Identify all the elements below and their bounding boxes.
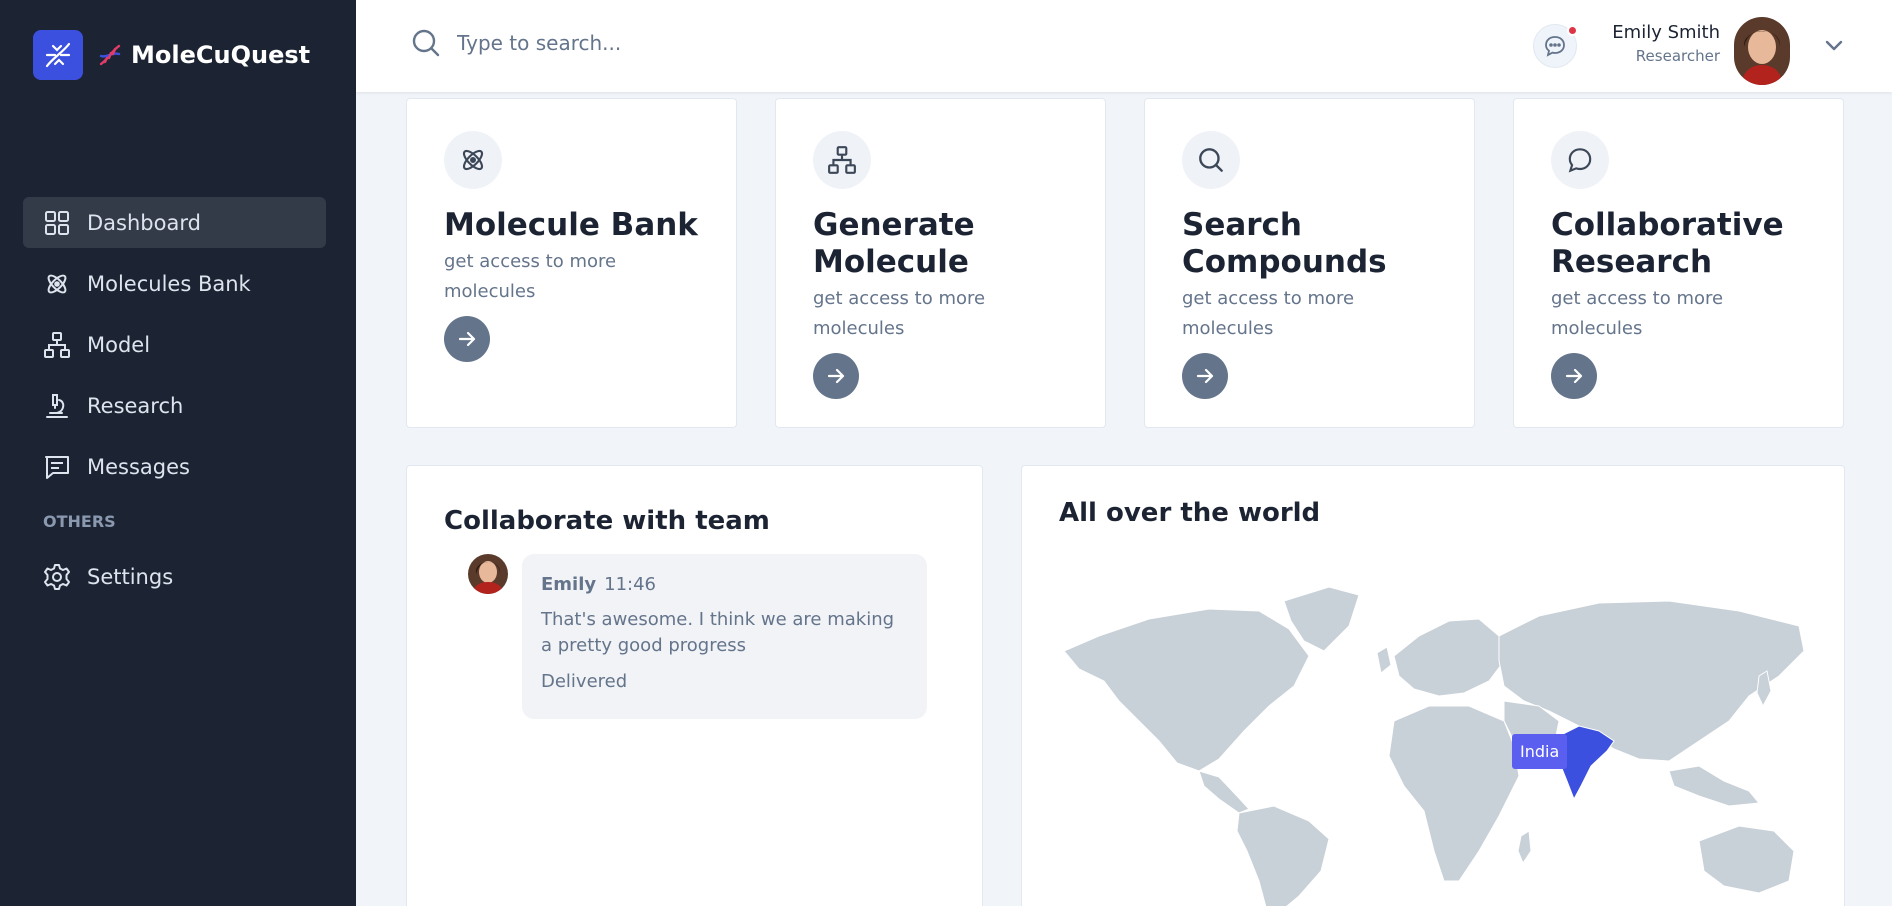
grid-icon [45, 210, 69, 235]
feature-card-molecule-bank: Molecule Bank get access to more molecul… [406, 98, 737, 428]
user-info[interactable]: Emily Smith Researcher [1612, 22, 1720, 65]
message-status: Delivered [541, 671, 628, 692]
sidebar: MoleCuQuest Dashboard Molecules Bank Mod… [0, 0, 356, 906]
user-name: Emily Smith [1612, 22, 1720, 43]
search-bar [411, 28, 857, 58]
feature-title: Search Compounds [1182, 207, 1387, 280]
feature-icon [813, 131, 871, 189]
feature-title: Molecule Bank [444, 207, 698, 243]
arrow-right-icon [827, 368, 845, 384]
hierarchy-icon [828, 146, 856, 174]
arrow-right-icon [1565, 368, 1583, 384]
nav-group-label: OTHERS [43, 512, 116, 531]
feature-arrow-button[interactable] [813, 353, 859, 399]
map-region-europe [1393, 618, 1505, 697]
notification-dot [1567, 25, 1578, 36]
map-region-south-america [1236, 805, 1330, 906]
chat-bubble-icon [1545, 36, 1565, 57]
feature-card-generate-molecule: Generate Molecule get access to more mol… [775, 98, 1106, 428]
sidebar-item-dashboard[interactable]: Dashboard [23, 197, 326, 248]
map-region-uk [1376, 646, 1392, 674]
search-icon [1199, 148, 1223, 172]
map-region-north-america [1063, 608, 1310, 772]
dna-icon [99, 44, 121, 66]
feature-icon [444, 131, 502, 189]
world-map-title: All over the world [1059, 498, 1321, 528]
sidebar-item-label: Model [87, 332, 151, 357]
sidebar-item-label: Messages [87, 454, 190, 479]
feature-arrow-button[interactable] [1182, 353, 1228, 399]
map-region-madagascar [1517, 830, 1532, 865]
brand-name: MoleCuQuest [131, 41, 311, 69]
top-header: Emily Smith Researcher [356, 0, 1892, 92]
collaborate-title: Collaborate with team [444, 506, 770, 536]
chat-bubble-icon [1568, 148, 1592, 173]
sidebar-item-settings[interactable]: Settings [23, 551, 326, 602]
search-input[interactable] [457, 31, 857, 55]
map-tooltip: India [1512, 734, 1568, 769]
sidebar-nav: Dashboard Molecules Bank Model Research [23, 197, 326, 612]
world-map[interactable] [1059, 581, 1809, 906]
feature-arrow-button[interactable] [1551, 353, 1597, 399]
world-map-card: All over the world India [1021, 465, 1845, 906]
chat-message-bubble: Emily 11:46 That's awesome. I think we ar… [522, 554, 927, 719]
collaborate-card: Collaborate with team Emily 11:46 That's … [406, 465, 983, 906]
map-region-africa [1388, 705, 1520, 882]
sidebar-item-label: Dashboard [87, 210, 201, 235]
user-role: Researcher [1635, 47, 1720, 65]
message-header: Emily 11:46 [541, 574, 908, 595]
feature-card-collaborative-research: Collaborative Research get access to mor… [1513, 98, 1844, 428]
search-icon[interactable] [411, 28, 441, 58]
feature-description: get access to more molecules [1551, 288, 1724, 339]
map-region-southeast-asia [1668, 765, 1760, 807]
map-region-australia [1698, 825, 1795, 894]
sidebar-item-model[interactable]: Model [23, 319, 326, 370]
map-region-central-america [1198, 770, 1250, 814]
atom-icon [47, 274, 67, 293]
messages-button[interactable] [1533, 24, 1578, 68]
hierarchy-icon [44, 331, 70, 358]
feature-title: Collaborative Research [1551, 207, 1784, 280]
avatar[interactable] [1734, 17, 1790, 85]
atom-icon [462, 149, 484, 171]
chat-avatar[interactable] [468, 554, 508, 594]
sidebar-item-messages[interactable]: Messages [23, 441, 326, 492]
feature-description: get access to more molecules [813, 288, 986, 339]
feature-title: Generate Molecule [813, 207, 975, 280]
message-text: That's awesome. I think we are making a … [541, 609, 895, 656]
feature-arrow-button[interactable] [444, 316, 490, 362]
sidebar-item-label: Molecules Bank [87, 271, 251, 296]
brand-logo-icon [33, 30, 83, 80]
sidebar-item-molecules-bank[interactable]: Molecules Bank [23, 258, 326, 309]
sidebar-item-research[interactable]: Research [23, 380, 326, 431]
feature-icon [1182, 131, 1240, 189]
chevron-down-icon[interactable] [1821, 32, 1847, 58]
microscope-icon [46, 393, 68, 418]
message-author: Emily [541, 574, 597, 595]
feature-card-search-compounds: Search Compounds get access to more mole… [1144, 98, 1475, 428]
brand[interactable]: MoleCuQuest [33, 30, 310, 80]
sidebar-item-label: Settings [87, 564, 174, 589]
message-time: 11:46 [604, 574, 656, 595]
arrow-right-icon [458, 331, 476, 347]
sidebar-item-label: Research [87, 393, 184, 418]
gear-icon [44, 563, 70, 590]
arrow-right-icon [1196, 368, 1214, 384]
feature-description: get access to more molecules [444, 251, 617, 302]
feature-description: get access to more molecules [1182, 288, 1355, 339]
feature-icon [1551, 131, 1609, 189]
message-square-icon [45, 455, 69, 479]
